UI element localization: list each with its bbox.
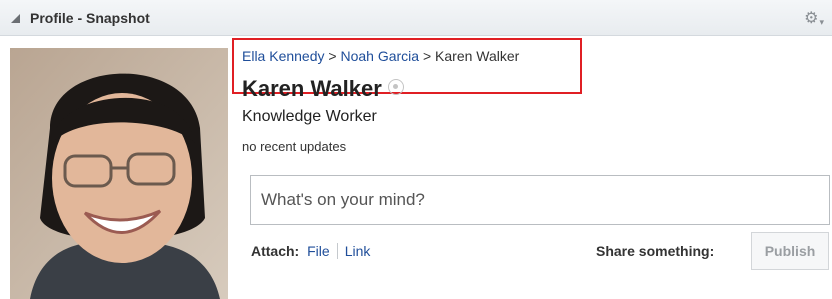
attach-file-link[interactable]: File (307, 243, 330, 259)
breadcrumb-separator: > (422, 48, 432, 64)
publish-button[interactable]: Publish (751, 232, 829, 270)
chevron-down-icon: ▾ (819, 17, 824, 27)
status-input[interactable] (250, 175, 830, 225)
breadcrumb-separator: > (328, 48, 337, 64)
gear-icon[interactable]: ⚙▾ (804, 8, 824, 28)
share-label: Share something: (596, 243, 715, 259)
profile-photo (10, 48, 228, 299)
breadcrumb-item-noah-garcia[interactable]: Noah Garcia (340, 48, 419, 64)
panel-header: Profile - Snapshot ⚙▾ (0, 0, 832, 36)
profile-name-text: Karen Walker (242, 76, 382, 101)
breadcrumb: Ella Kennedy > Noah Garcia > Karen Walke… (242, 48, 519, 64)
job-title: Knowledge Worker (242, 108, 377, 125)
attach-label: Attach: (251, 243, 300, 259)
breadcrumb-item-current: Karen Walker (435, 48, 520, 64)
profile-name: Karen Walker (242, 76, 404, 102)
collapse-icon[interactable] (11, 14, 20, 23)
attach-link-link[interactable]: Link (345, 243, 371, 259)
breadcrumb-item-ella-kennedy[interactable]: Ella Kennedy (242, 48, 325, 64)
panel-title: Profile - Snapshot (30, 10, 150, 26)
attach-bar: Attach: File Link (251, 243, 370, 259)
recent-updates: no recent updates (242, 139, 347, 154)
divider (336, 243, 338, 259)
status-icon (387, 79, 404, 95)
